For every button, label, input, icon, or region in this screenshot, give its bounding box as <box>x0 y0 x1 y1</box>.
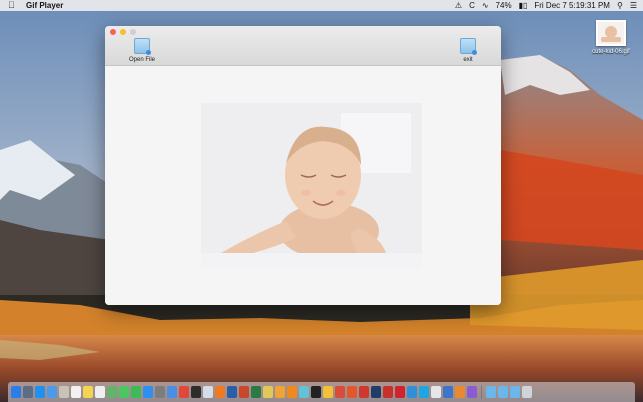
vlc-icon[interactable] <box>287 386 297 398</box>
alert-icon[interactable]: ⚠ <box>455 0 462 11</box>
app-store-icon[interactable] <box>143 386 153 398</box>
exit-button[interactable]: exit <box>460 38 477 63</box>
gif-player-icon[interactable] <box>467 386 477 398</box>
window-controls <box>110 29 136 35</box>
textedit-icon[interactable] <box>431 386 441 398</box>
open-file-icon <box>134 38 151 55</box>
exit-label: exit <box>463 57 473 63</box>
wifi-icon[interactable]: ∿ <box>482 0 489 11</box>
finder-icon[interactable] <box>11 386 21 398</box>
trash-icon[interactable] <box>522 386 532 398</box>
java-icon[interactable] <box>347 386 357 398</box>
exit-icon <box>460 38 477 55</box>
photoshop-icon[interactable] <box>371 386 381 398</box>
preferences-icon[interactable] <box>155 386 165 398</box>
xcode-icon[interactable] <box>167 386 177 398</box>
idea-icon[interactable] <box>359 386 369 398</box>
skype-icon[interactable] <box>419 386 429 398</box>
open-file-button[interactable]: Open File <box>129 38 155 63</box>
preview-icon[interactable] <box>203 386 213 398</box>
calendar-icon[interactable] <box>71 386 81 398</box>
clock[interactable]: Fri Dec 7 5:19:31 PM <box>534 0 610 11</box>
activity-icon[interactable] <box>335 386 345 398</box>
apple-icon[interactable]:  <box>8 0 18 11</box>
battery-icon[interactable]: ▮▯ <box>519 0 528 11</box>
gif-image <box>201 103 422 269</box>
paint-icon[interactable] <box>299 386 309 398</box>
zoom-button[interactable] <box>130 29 136 35</box>
open-file-label: Open File <box>129 57 156 63</box>
script-icon[interactable] <box>263 386 273 398</box>
dock-separator <box>481 385 482 399</box>
gif-player-window: Open File exit <box>105 26 501 305</box>
search-icon[interactable]: ⚲ <box>617 0 623 11</box>
scanner-icon[interactable] <box>407 386 417 398</box>
desktop-file[interactable]: cute-kid-06.gif <box>586 20 636 55</box>
adobe-icon[interactable] <box>383 386 393 398</box>
word-icon[interactable] <box>227 386 237 398</box>
reminders-icon[interactable] <box>95 386 105 398</box>
sketch-icon[interactable] <box>323 386 333 398</box>
documents-folder-icon[interactable] <box>498 386 508 398</box>
downloads-folder-icon[interactable] <box>486 386 496 398</box>
messages-icon[interactable] <box>119 386 129 398</box>
c-icon[interactable]: C <box>469 0 475 11</box>
terminal-icon[interactable] <box>191 386 201 398</box>
applications-folder-icon[interactable] <box>510 386 520 398</box>
firefox-dev-icon[interactable] <box>443 386 453 398</box>
facetime-icon[interactable] <box>131 386 141 398</box>
file-label: cute-kid-06.gif <box>592 49 630 55</box>
window-titlebar: Open File exit <box>105 26 501 66</box>
launchpad-icon[interactable] <box>23 386 33 398</box>
chrome-icon[interactable] <box>179 386 189 398</box>
battery-percent: 74% <box>495 1 512 10</box>
photos-icon[interactable] <box>59 386 69 398</box>
dock <box>8 382 635 402</box>
close-button[interactable] <box>110 29 116 35</box>
file-thumbnail <box>596 20 626 46</box>
maps-icon[interactable] <box>107 386 117 398</box>
minimize-button[interactable] <box>120 29 126 35</box>
opera-icon[interactable] <box>395 386 405 398</box>
status-area: ⚠ C ∿ 74% ▮▯ Fri Dec 7 5:19:31 PM ⚲ ☰ <box>455 0 637 11</box>
desktop:  Gif Player ⚠ C ∿ 74% ▮▯ Fri Dec 7 5:19… <box>0 0 643 402</box>
menu-bar:  Gif Player ⚠ C ∿ 74% ▮▯ Fri Dec 7 5:19… <box>0 0 643 11</box>
app-menu[interactable]: Gif Player <box>26 0 63 11</box>
ball-icon[interactable] <box>311 386 321 398</box>
app-icon[interactable] <box>455 386 465 398</box>
list-icon[interactable]: ☰ <box>630 0 637 11</box>
notes-icon[interactable] <box>83 386 93 398</box>
mail-icon[interactable] <box>47 386 57 398</box>
gif-canvas <box>105 66 501 305</box>
safari-icon[interactable] <box>35 386 45 398</box>
excel-icon[interactable] <box>251 386 261 398</box>
firefox-icon[interactable] <box>215 386 225 398</box>
pages-icon[interactable] <box>275 386 285 398</box>
powerpoint-icon[interactable] <box>239 386 249 398</box>
